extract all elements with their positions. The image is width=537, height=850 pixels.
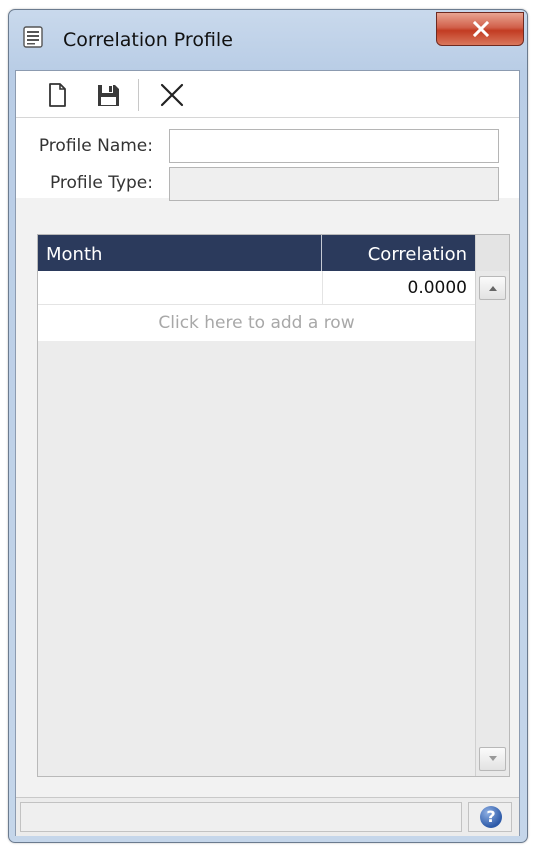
save-button[interactable]	[93, 80, 123, 110]
profile-form: Profile Name: Profile Type:	[16, 118, 519, 201]
profile-name-label: Profile Name:	[38, 136, 153, 156]
grid-header: Month Correlation	[38, 235, 475, 271]
scroll-down-arrow-icon	[489, 756, 497, 761]
help-icon: ?	[480, 806, 502, 828]
profile-type-label: Profile Type:	[49, 173, 153, 193]
close-button[interactable]	[436, 12, 524, 46]
status-text-pane	[20, 802, 462, 832]
delete-button[interactable]	[157, 80, 187, 110]
scrollbar-corner	[476, 235, 509, 271]
profile-name-input[interactable]	[169, 129, 499, 163]
column-header-month[interactable]: Month	[38, 235, 322, 271]
toolbar	[16, 71, 519, 118]
scroll-down-button[interactable]	[479, 747, 506, 771]
help-button[interactable]: ?	[468, 802, 512, 832]
client-area: Profile Name: Profile Type: Month Correl…	[15, 70, 520, 836]
table-row[interactable]: 0.0000	[38, 271, 475, 305]
month-cell[interactable]	[38, 271, 323, 304]
close-icon	[472, 20, 490, 38]
delete-x-icon	[160, 83, 184, 107]
window-title: Correlation Profile	[63, 29, 233, 51]
title-bar[interactable]: Correlation Profile	[9, 10, 527, 70]
correlation-cell[interactable]: 0.0000	[323, 271, 475, 304]
scroll-up-arrow-icon	[489, 286, 497, 291]
window-document-icon	[23, 26, 43, 48]
new-document-icon	[49, 83, 66, 107]
scroll-up-button[interactable]	[479, 276, 506, 300]
toolbar-separator	[138, 79, 139, 111]
correlation-grid: Month Correlation 0.0000 Click here to a…	[37, 234, 510, 777]
save-icon	[98, 85, 119, 106]
add-row-button[interactable]: Click here to add a row	[38, 305, 475, 341]
status-bar: ?	[16, 797, 519, 836]
vertical-scrollbar[interactable]	[475, 235, 509, 776]
correlation-profile-window: Correlation Profile Profile Name: Profil…	[8, 9, 528, 843]
new-button[interactable]	[42, 80, 72, 110]
profile-type-field[interactable]	[169, 167, 499, 201]
column-header-correlation[interactable]: Correlation	[323, 235, 475, 271]
